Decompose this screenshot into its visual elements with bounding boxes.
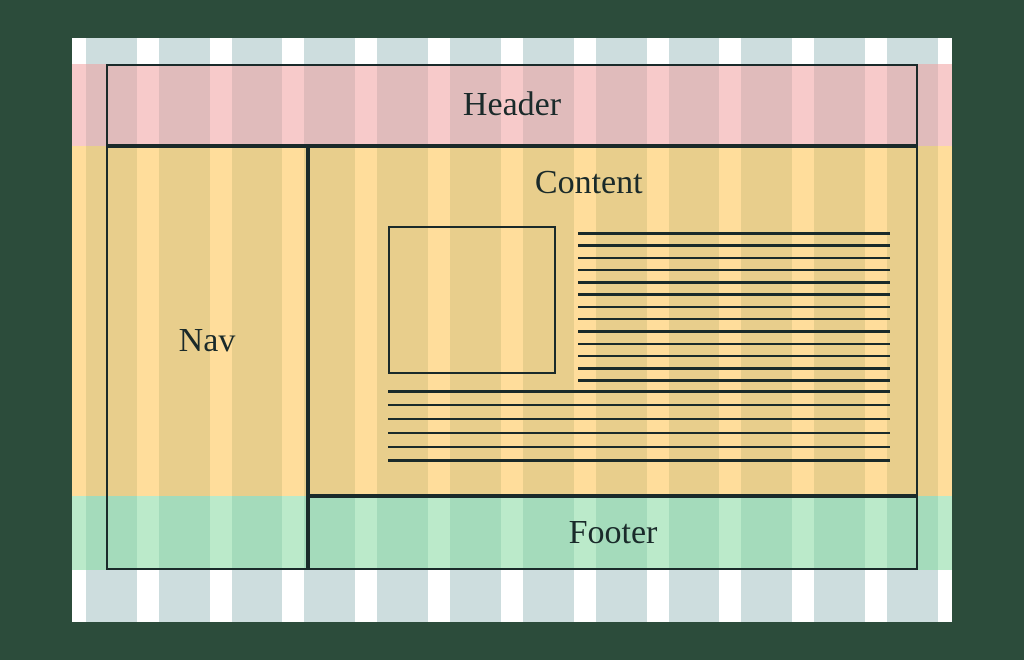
wireframe-image-placeholder <box>388 226 556 374</box>
header-label: Header <box>463 86 561 124</box>
footer-label: Footer <box>569 514 658 552</box>
nav-region: Nav <box>106 146 308 570</box>
footer-region: Footer <box>308 496 918 570</box>
layout-diagram: Header Nav Content Footer <box>72 38 952 622</box>
nav-label: Nav <box>179 322 236 360</box>
content-label: Content <box>535 164 643 202</box>
wireframe-text-lines-right <box>578 232 890 382</box>
wireframe-text-lines-bottom <box>388 390 890 462</box>
content-wireframe <box>388 226 890 468</box>
header-region: Header <box>106 64 918 146</box>
content-region: Content <box>308 146 918 496</box>
